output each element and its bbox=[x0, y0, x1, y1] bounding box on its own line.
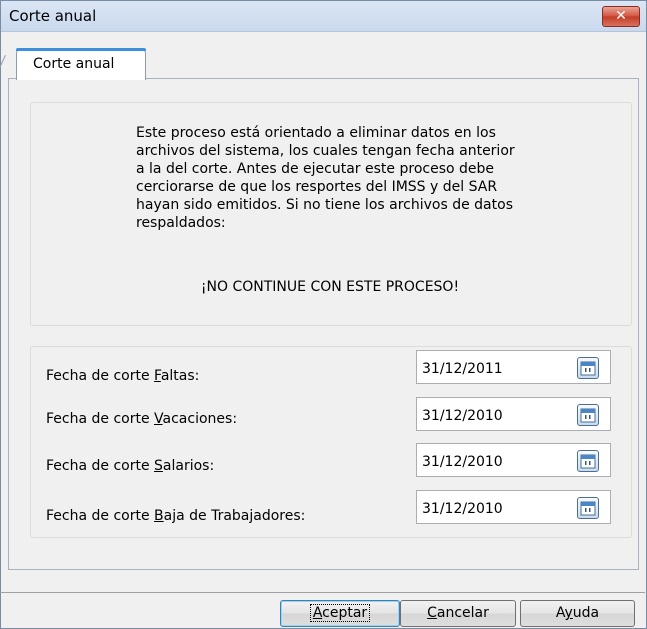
calendar-button-wrap bbox=[563, 397, 611, 431]
info-line: hayan sido emitidos. Si no tiene los arc… bbox=[136, 197, 513, 213]
tab-corte-anual[interactable]: Corte anual bbox=[16, 48, 146, 80]
label-fecha-salarios: Fecha de corte Salarios: bbox=[46, 458, 214, 474]
calendar-icon bbox=[580, 501, 596, 516]
calendar-button-baja-trabajadores[interactable] bbox=[577, 497, 599, 519]
cancel-button[interactable]: Cancelar bbox=[400, 600, 516, 627]
tab-label: Corte anual bbox=[33, 56, 115, 72]
info-line: a la del corte. Antes de ejecutar este p… bbox=[136, 161, 494, 177]
focus-rect: Aceptar bbox=[309, 604, 371, 622]
label-text: altas: bbox=[160, 368, 200, 384]
warning-text: ¡NO CONTINUE CON ESTE PROCESO! bbox=[200, 279, 460, 295]
label-fecha-vacaciones: Fecha de corte Vacaciones: bbox=[46, 411, 237, 427]
fecha-salarios-input[interactable] bbox=[416, 443, 563, 477]
close-icon: ✕ bbox=[615, 8, 627, 24]
calendar-button-wrap bbox=[563, 443, 611, 477]
close-button[interactable]: ✕ bbox=[602, 6, 640, 27]
button-label: ancelar bbox=[436, 605, 489, 621]
calendar-button-vacaciones[interactable] bbox=[577, 404, 599, 426]
button-mnemonic: y bbox=[564, 605, 573, 621]
label-mnemonic: F bbox=[154, 368, 161, 384]
info-line: archivos del sistema, los cuales tengan … bbox=[136, 143, 515, 159]
calendar-icon bbox=[580, 408, 596, 423]
label-fecha-baja-trabajadores: Fecha de corte Baja de Trabajadores: bbox=[46, 508, 305, 524]
button-label: uda bbox=[572, 605, 600, 621]
calendar-icon bbox=[580, 361, 596, 376]
title-bar[interactable]: Corte anual ✕ bbox=[1, 1, 646, 32]
calendar-icon bbox=[580, 454, 596, 469]
label-text: aja de Trabajadores: bbox=[163, 508, 306, 524]
label-text: alarios: bbox=[162, 458, 215, 474]
fecha-faltas-input[interactable] bbox=[416, 350, 563, 384]
help-button[interactable]: Ayuda bbox=[520, 600, 635, 627]
label-text: Fecha de corte bbox=[46, 411, 155, 427]
calendar-button-wrap bbox=[563, 490, 611, 524]
label-text: acaciones: bbox=[162, 411, 238, 427]
info-line: Este proceso está orientado a eliminar d… bbox=[136, 125, 496, 141]
calendar-button-salarios[interactable] bbox=[577, 450, 599, 472]
calendar-button-faltas[interactable] bbox=[577, 357, 599, 379]
info-line: cerciorarse de que los resportes del IMS… bbox=[136, 179, 498, 195]
label-text: Fecha de corte bbox=[46, 508, 155, 524]
info-line: respaldados: bbox=[136, 215, 226, 231]
button-label: ceptar bbox=[322, 605, 368, 621]
label-mnemonic: V bbox=[154, 411, 163, 427]
label-fecha-faltas: Fecha de corte Faltas: bbox=[46, 368, 199, 384]
label-text: Fecha de corte bbox=[46, 368, 155, 384]
button-mnemonic: C bbox=[427, 605, 437, 621]
label-mnemonic: B bbox=[154, 508, 164, 524]
info-text: Este proceso está orientado a eliminar d… bbox=[136, 124, 556, 232]
window-title: Corte anual bbox=[9, 7, 97, 25]
label-text: Fecha de corte bbox=[46, 458, 155, 474]
calendar-button-wrap bbox=[563, 350, 611, 384]
label-mnemonic: S bbox=[154, 458, 163, 474]
accept-button[interactable]: Aceptar bbox=[280, 600, 400, 627]
footer-separator bbox=[0, 592, 645, 593]
fecha-baja-trabajadores-input[interactable] bbox=[416, 490, 563, 524]
button-mnemonic: A bbox=[312, 605, 323, 621]
fecha-vacaciones-input[interactable] bbox=[416, 397, 563, 431]
button-label: A bbox=[555, 605, 565, 621]
